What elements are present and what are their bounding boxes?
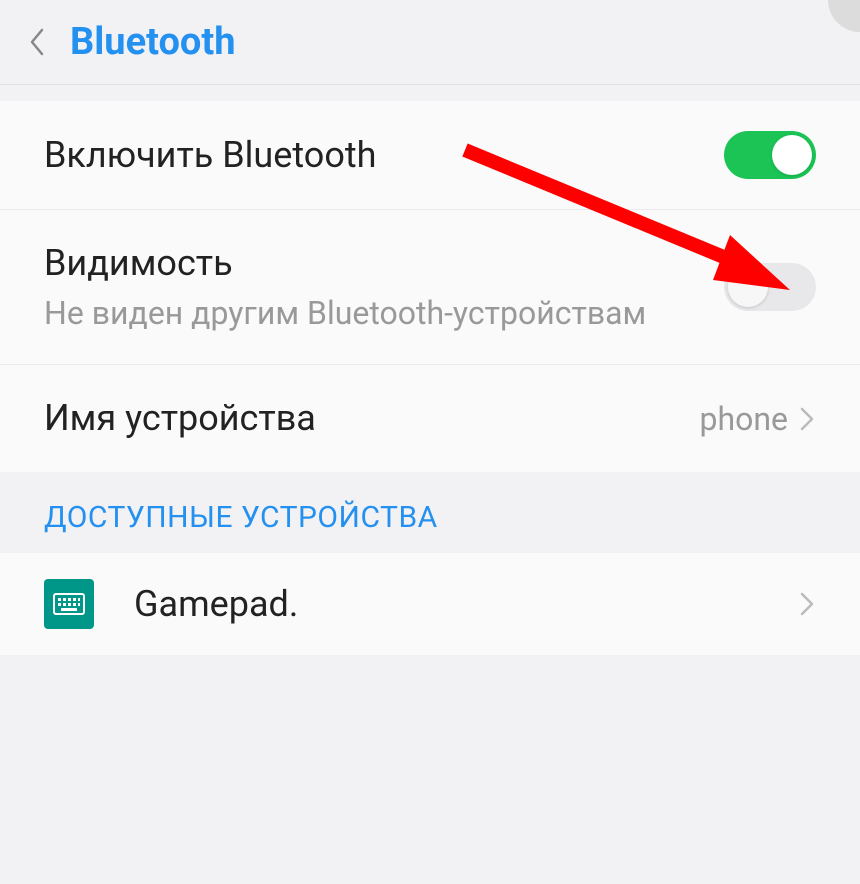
visibility-label: Видимость [44,240,724,287]
chevron-right-icon [798,590,816,618]
settings-section: Включить Bluetooth Видимость Не виден др… [0,101,860,472]
device-name-value: phone [700,400,788,438]
visibility-subtitle: Не виден другим Bluetooth-устройствам [44,293,724,335]
enable-bluetooth-row[interactable]: Включить Bluetooth [0,101,860,210]
header-bar: Bluetooth [0,0,860,85]
device-name-row[interactable]: Имя устройства phone [0,365,860,472]
device-row-gamepad[interactable]: Gamepad. [0,553,860,655]
toggle-knob [772,135,812,175]
device-name-label: Имя устройства [44,395,700,442]
visibility-toggle[interactable] [724,263,816,311]
enable-bluetooth-label: Включить Bluetooth [44,132,724,179]
chevron-right-icon [798,405,816,433]
toggle-knob [728,267,768,307]
page-title: Bluetooth [70,20,236,64]
enable-bluetooth-toggle[interactable] [724,131,816,179]
back-icon[interactable] [28,27,46,57]
available-devices-header: ДОСТУПНЫЕ УСТРОЙСТВА [0,472,860,553]
keyboard-icon [44,579,94,629]
visibility-row[interactable]: Видимость Не виден другим Bluetooth-устр… [0,210,860,365]
device-name: Gamepad. [134,583,798,625]
